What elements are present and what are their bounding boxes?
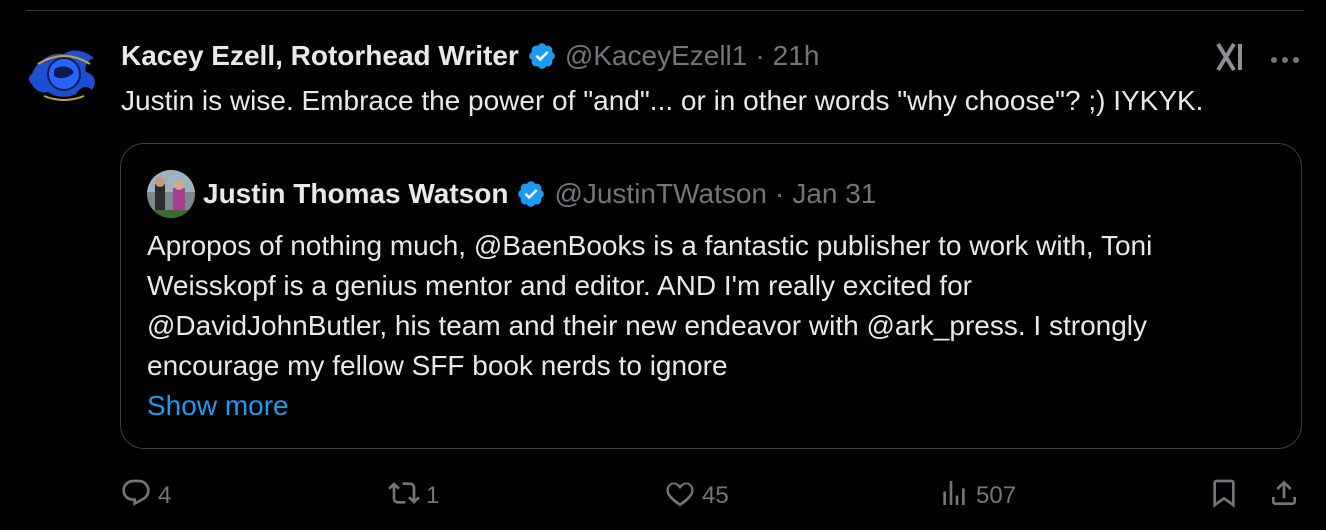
verified-badge-icon[interactable] — [527, 41, 557, 71]
bookmark-button[interactable] — [1208, 476, 1240, 516]
bookmark-icon — [1208, 477, 1240, 516]
tweet-time[interactable]: 21h — [773, 40, 820, 72]
show-more-link[interactable]: Show more — [147, 386, 289, 426]
separator-dot: · — [775, 178, 785, 209]
grok-icon[interactable] — [1214, 40, 1248, 74]
like-count: 45 — [702, 482, 729, 509]
reply-icon — [120, 477, 152, 516]
reply-count: 4 — [158, 482, 172, 509]
like-button[interactable]: 45 — [664, 476, 729, 516]
views-button[interactable]: 507 — [938, 476, 1016, 516]
tweet-header: Kacey Ezell, Rotorhead Writer @KaceyEzel… — [121, 38, 819, 74]
separator-dot: · — [755, 40, 765, 71]
repost-count: 1 — [426, 482, 440, 509]
quoted-author-name[interactable]: Justin Thomas Watson — [203, 178, 508, 210]
quoted-date[interactable]: Jan 31 — [792, 178, 876, 210]
author-handle[interactable]: @KaceyEzell1 — [565, 40, 748, 72]
quoted-text-line: Weisskopf is a genius mentor and editor.… — [147, 270, 972, 301]
quoted-text-line: Apropos of nothing much, @BaenBooks is a… — [147, 230, 1153, 261]
author-avatar[interactable] — [24, 44, 104, 106]
like-icon — [664, 477, 696, 516]
more-icon[interactable] — [1268, 52, 1302, 63]
quoted-tweet-card[interactable]: Justin Thomas Watson @JustinTWatson · Ja… — [120, 143, 1302, 449]
quoted-tweet-text: Apropos of nothing much, @BaenBooks is a… — [147, 226, 1287, 386]
quoted-author-avatar[interactable] — [147, 170, 195, 218]
views-count: 507 — [976, 482, 1017, 509]
tweet-text: Justin is wise. Embrace the power of "an… — [121, 85, 1204, 116]
quoted-text-line: @DavidJohnButler, his team and their new… — [147, 310, 1148, 341]
views-icon — [938, 477, 970, 516]
top-divider — [26, 10, 1304, 11]
repost-icon — [388, 477, 420, 516]
quoted-author-handle[interactable]: @JustinTWatson — [554, 178, 767, 210]
share-icon — [1268, 477, 1300, 516]
reply-button[interactable]: 4 — [120, 476, 171, 516]
repost-button[interactable]: 1 — [388, 476, 439, 516]
quoted-text-line: encourage my fellow SFF book nerds to ig… — [147, 350, 728, 381]
verified-badge-icon[interactable] — [516, 179, 546, 209]
author-name[interactable]: Kacey Ezell, Rotorhead Writer — [121, 40, 519, 72]
quoted-header: Justin Thomas Watson @JustinTWatson · Ja… — [203, 174, 876, 214]
share-button[interactable] — [1268, 476, 1300, 516]
